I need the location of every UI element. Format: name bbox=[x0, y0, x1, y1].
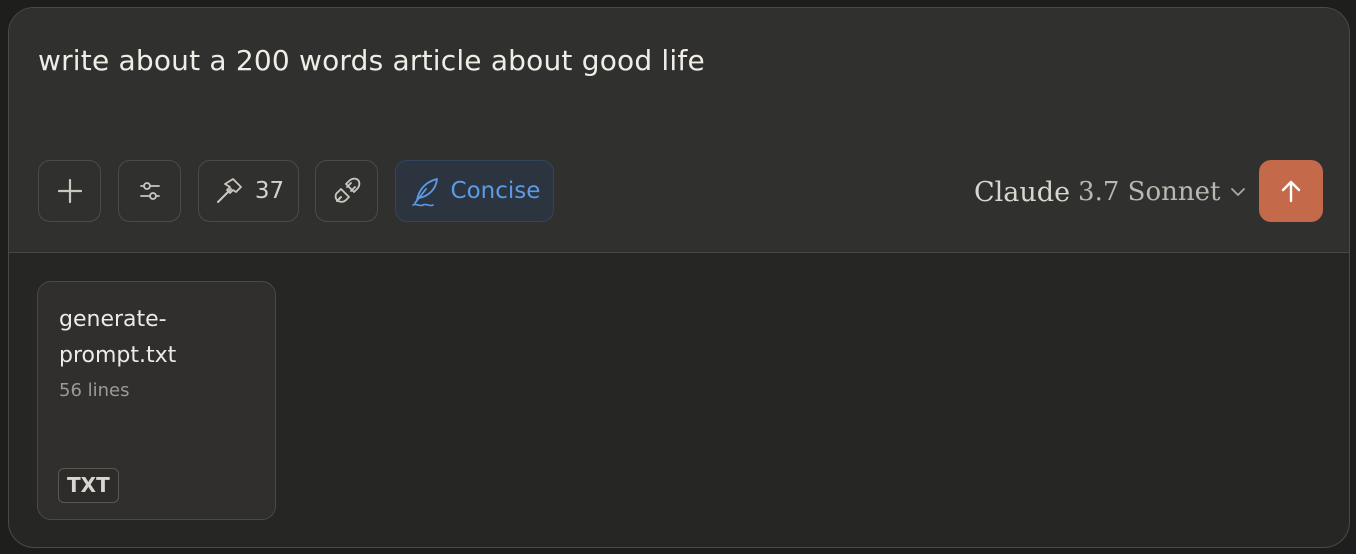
file-line-count: 56 lines bbox=[59, 380, 130, 401]
arrow-up-icon bbox=[1276, 176, 1306, 206]
send-button[interactable] bbox=[1259, 160, 1323, 222]
message-composer: write about a 200 words article about go… bbox=[9, 8, 1349, 253]
sliders-icon bbox=[136, 177, 164, 205]
file-type-badge: TXT bbox=[58, 468, 119, 503]
prompt-text-input[interactable]: write about a 200 words article about go… bbox=[38, 44, 705, 77]
chat-composer-panel: write about a 200 words article about go… bbox=[8, 7, 1350, 548]
model-selector[interactable]: Claude 3.7 Sonnet bbox=[974, 174, 1248, 210]
hammer-icon bbox=[213, 175, 245, 207]
feather-icon bbox=[409, 174, 443, 208]
settings-button[interactable] bbox=[118, 160, 181, 222]
add-content-button[interactable] bbox=[38, 160, 101, 222]
file-attachment-card[interactable]: generate-prompt.txt 56 lines TXT bbox=[37, 281, 276, 520]
integrations-button[interactable] bbox=[315, 160, 378, 222]
model-name: Claude bbox=[974, 176, 1071, 208]
file-name: generate-prompt.txt bbox=[59, 307, 177, 368]
response-style-button[interactable]: Concise bbox=[395, 160, 554, 222]
model-version: 3.7 Sonnet bbox=[1078, 177, 1221, 207]
response-style-label: Concise bbox=[450, 178, 541, 204]
tools-button[interactable]: 37 bbox=[198, 160, 299, 222]
chevron-down-icon bbox=[1228, 182, 1248, 202]
tools-count: 37 bbox=[254, 178, 285, 204]
plug-icon bbox=[331, 175, 363, 207]
plus-icon bbox=[56, 177, 84, 205]
